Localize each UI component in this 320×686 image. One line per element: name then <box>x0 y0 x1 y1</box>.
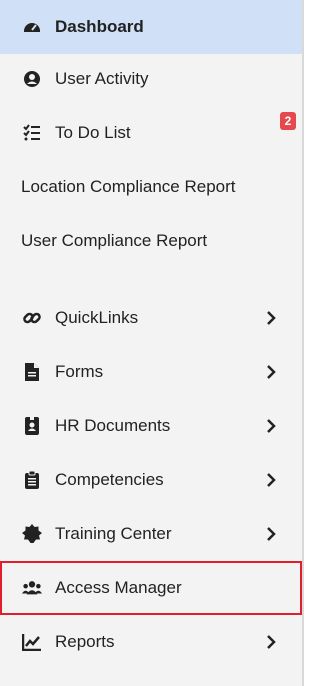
sidebar-item-label: Reports <box>55 632 115 651</box>
sidebar-item-label: Location Compliance Report <box>21 177 236 196</box>
sidebar-item-todo[interactable]: To Do List <box>0 106 302 160</box>
sidebar-item-label: QuickLinks <box>55 308 139 327</box>
sidebar-item-quicklinks[interactable]: QuickLinks <box>0 291 302 345</box>
users-icon <box>22 578 42 598</box>
sidebar-item-training-center[interactable]: Training Center <box>0 507 302 561</box>
chart-line-icon <box>22 632 42 652</box>
sidebar-item-dashboard[interactable]: Dashboard <box>0 0 302 54</box>
chevron-right-icon <box>264 527 278 541</box>
sidebar-item-user-compliance[interactable]: User Compliance Report <box>0 214 302 268</box>
sidebar-item-competencies[interactable]: Competencies <box>0 453 302 507</box>
sidebar-item-access-manager[interactable]: Access Manager <box>0 561 302 615</box>
clipboard-icon <box>22 470 42 490</box>
dashboard-icon <box>22 17 42 37</box>
user-circle-icon <box>22 69 42 89</box>
certificate-icon <box>22 524 42 544</box>
sidebar-item-label: User Activity <box>55 69 149 88</box>
sidebar-item-label: Forms <box>55 362 104 381</box>
link-icon <box>22 308 42 328</box>
sidebar-item-label: Access Manager <box>55 578 182 597</box>
file-icon <box>22 362 42 382</box>
todo-count-badge: 2 <box>280 112 296 130</box>
sidebar-item-label: Training Center <box>55 524 172 543</box>
checklist-icon <box>22 123 42 143</box>
sidebar-item-label: Competencies <box>55 470 164 489</box>
sidebar-item-hr-documents[interactable]: HR Documents <box>0 399 302 453</box>
chevron-right-icon <box>264 635 278 649</box>
sidebar-item-label: Dashboard <box>55 17 144 36</box>
sidebar-item-label: User Compliance Report <box>21 231 208 250</box>
chevron-right-icon <box>264 365 278 379</box>
sidebar-item-label: To Do List <box>55 123 131 142</box>
sidebar-item-user-activity[interactable]: User Activity <box>0 52 302 106</box>
chevron-right-icon <box>264 311 278 325</box>
sidebar-item-label: HR Documents <box>55 416 171 435</box>
chevron-right-icon <box>264 473 278 487</box>
sidebar: Dashboard User Activity To Do List 2 Loc… <box>0 0 304 686</box>
badge-icon <box>22 416 42 436</box>
chevron-right-icon <box>264 419 278 433</box>
sidebar-item-forms[interactable]: Forms <box>0 345 302 399</box>
sidebar-item-location-compliance[interactable]: Location Compliance Report <box>0 160 302 214</box>
sidebar-item-reports[interactable]: Reports <box>0 615 302 669</box>
